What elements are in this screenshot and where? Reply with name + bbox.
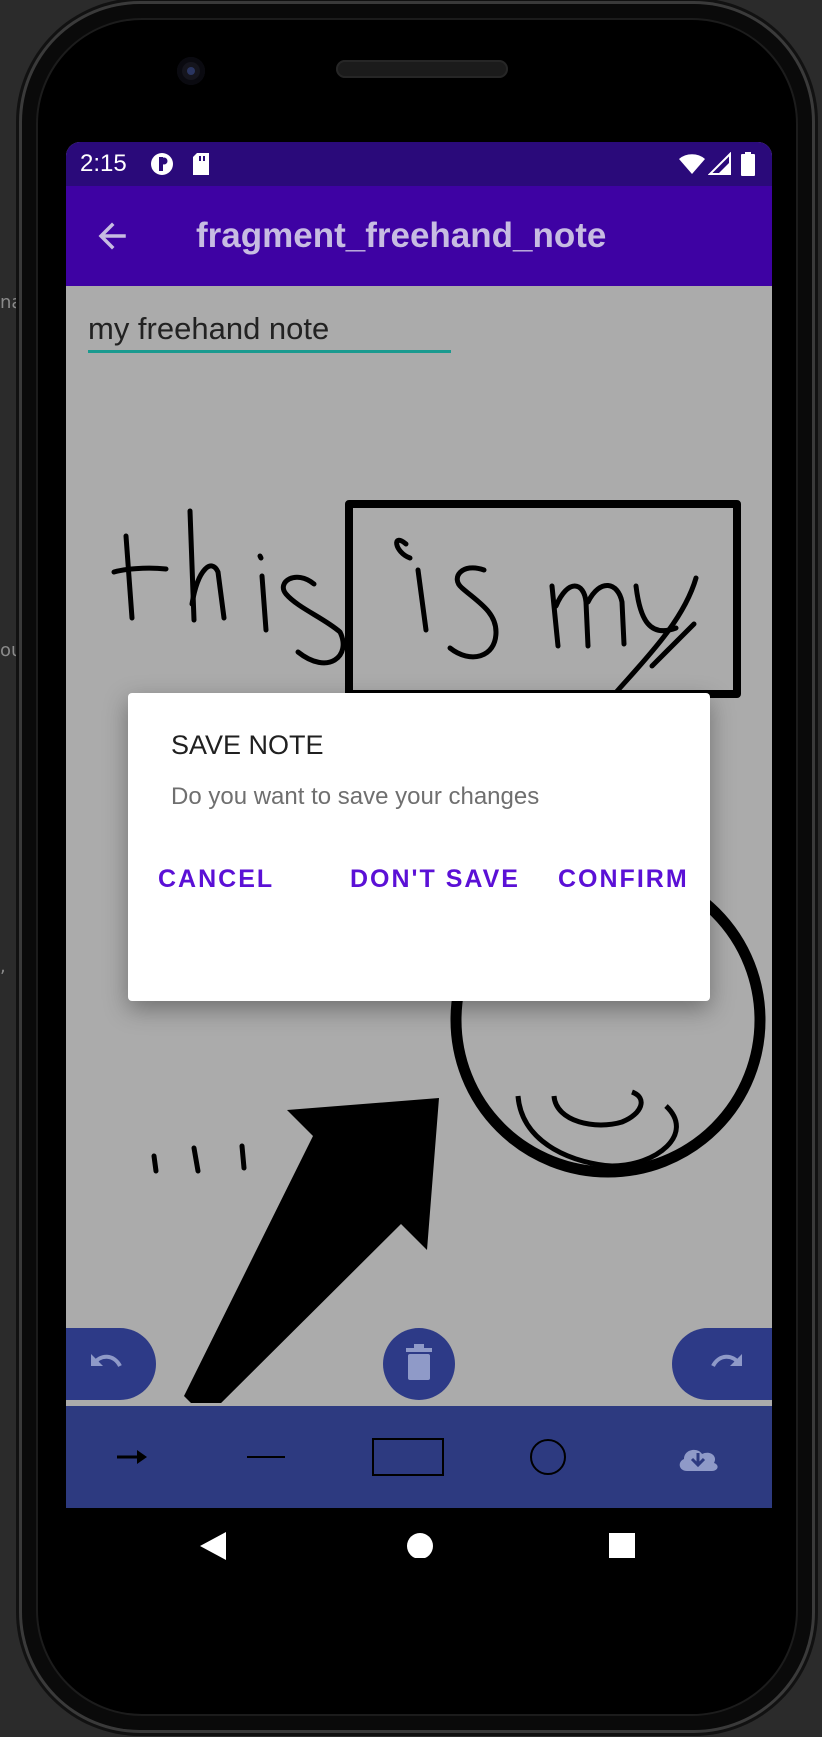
system-nav-bar (66, 1508, 772, 1592)
confirm-button[interactable]: CONFIRM (558, 865, 689, 894)
back-triangle-icon[interactable] (198, 1530, 228, 1567)
dont-save-button[interactable]: DON'T SAVE (350, 865, 520, 894)
recents-square-icon[interactable] (608, 1530, 636, 1563)
background-text-1: na (0, 292, 23, 313)
front-camera (177, 57, 205, 85)
home-circle-icon[interactable] (406, 1530, 434, 1563)
save-note-dialog: SAVE NOTE Do you want to save your chang… (128, 693, 710, 1001)
device-screen: 2:15 fragment_freehand_note my freehand … (66, 142, 772, 1508)
background-text-3: , (0, 956, 6, 977)
earpiece-speaker (336, 60, 508, 78)
cancel-button[interactable]: CANCEL (158, 865, 274, 894)
dialog-message: Do you want to save your changes (171, 783, 540, 810)
background-text-2: ou (0, 640, 23, 661)
dialog-title: SAVE NOTE (171, 730, 324, 760)
